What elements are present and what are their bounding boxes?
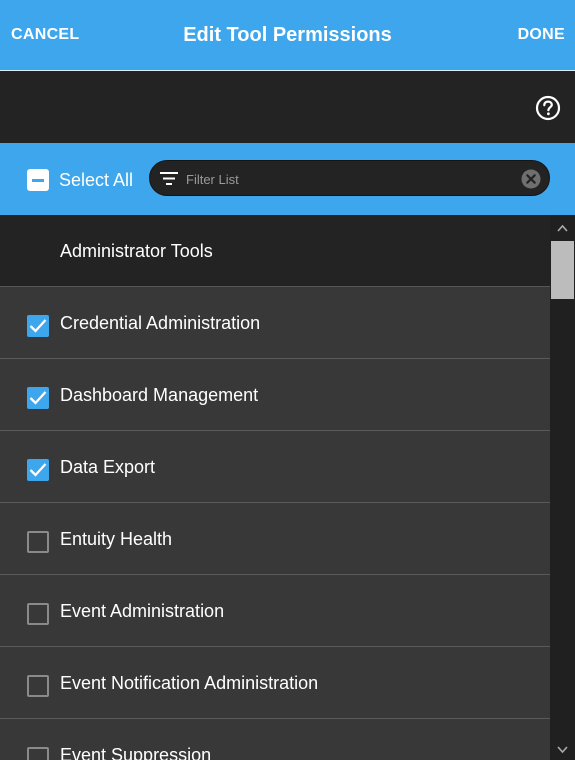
list-item[interactable]: Dashboard Management	[0, 359, 550, 431]
question-circle-icon[interactable]	[535, 95, 561, 121]
list-item[interactable]: Event Notification Administration	[0, 647, 550, 719]
page-title: Edit Tool Permissions	[183, 24, 392, 46]
list-item[interactable]: Data Export	[0, 431, 550, 503]
select-all-checkbox[interactable]: Select All	[27, 167, 133, 193]
checked-checkbox-icon[interactable]	[27, 459, 49, 481]
filter-bar: Select All	[0, 143, 575, 215]
header-bar: CANCEL Edit Tool Permissions DONE	[0, 0, 575, 71]
list-item[interactable]: Entuity Health	[0, 503, 550, 575]
list-item-label: Data Export	[60, 457, 156, 477]
clear-icon[interactable]	[521, 169, 541, 189]
unchecked-checkbox-icon[interactable]	[27, 531, 49, 553]
unchecked-checkbox-icon[interactable]	[27, 675, 49, 697]
list-item-label: Credential Administration	[60, 313, 261, 333]
filter-field	[149, 160, 550, 196]
indeterminate-checkbox-icon[interactable]	[27, 169, 49, 191]
list-item-label: Event Administration	[60, 601, 225, 621]
scroll-down-arrow-icon[interactable]	[557, 742, 568, 754]
scrollbar[interactable]	[550, 215, 575, 760]
list-item[interactable]: Credential Administration	[0, 287, 550, 359]
list-item-label: Dashboard Management	[60, 385, 259, 405]
toolbar	[0, 71, 575, 143]
done-button[interactable]: DONE	[518, 24, 565, 46]
list-item-label: Event Notification Administration	[60, 673, 319, 693]
scroll-up-arrow-icon[interactable]	[557, 221, 568, 232]
list-item-label: Event Suppression	[60, 745, 212, 760]
select-all-label: Select All	[59, 170, 134, 190]
list-item[interactable]: Event Suppression	[0, 719, 550, 760]
unchecked-checkbox-icon[interactable]	[27, 603, 49, 625]
checked-checkbox-icon[interactable]	[27, 315, 49, 337]
group-header: Administrator Tools	[0, 215, 550, 287]
filter-input[interactable]	[184, 166, 508, 192]
list-item[interactable]: Event Administration	[0, 575, 550, 647]
filter-icon	[160, 171, 178, 186]
permissions-list: Administrator Tools Credential Administr…	[0, 215, 550, 760]
group-label: Administrator Tools	[60, 241, 213, 261]
list-item-label: Entuity Health	[60, 529, 173, 549]
checked-checkbox-icon[interactable]	[27, 387, 49, 409]
scrollbar-thumb[interactable]	[551, 241, 574, 299]
unchecked-checkbox-icon[interactable]	[27, 747, 49, 760]
